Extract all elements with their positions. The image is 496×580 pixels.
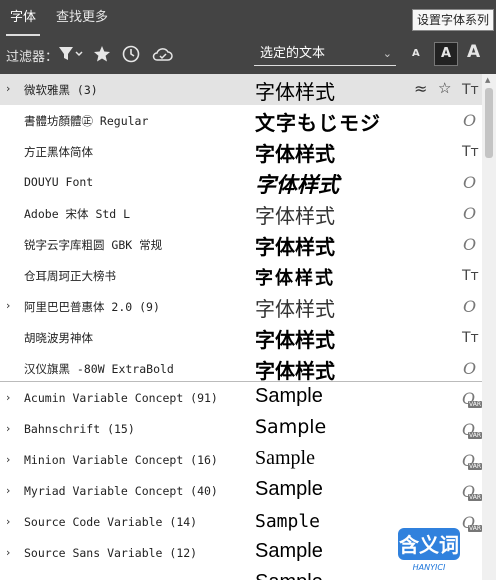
font-name: DOUYU Font	[24, 175, 94, 189]
font-sample: 字体样式	[255, 80, 335, 104]
font-name: 阿里巴巴普惠体 2.0 (9)	[24, 300, 160, 314]
expand-arrow-icon[interactable]: ›	[6, 391, 10, 404]
font-sample: 字体样式	[255, 235, 335, 259]
font-sample: 文字もじモジ	[255, 111, 381, 135]
font-name: Adobe 宋体 Std L	[24, 207, 131, 221]
truetype-icon: Tт	[462, 144, 479, 160]
font-sample: 字体样式	[255, 142, 335, 166]
font-sample: Sample	[255, 416, 327, 438]
font-row[interactable]: 锐字云字库粗圆 GBK 常规 字体样式 O	[0, 229, 482, 260]
font-row[interactable]: › 微软雅黑 (3) 字体样式 ≈ ☆ Tт	[0, 74, 482, 105]
font-name: 胡晓波男神体	[24, 331, 93, 345]
truetype-icon: Tт	[462, 82, 479, 98]
font-sample: Sample	[255, 511, 321, 532]
sample-text-select[interactable]: 选定的文本 ⌄	[254, 43, 396, 66]
chevron-down-icon: ⌄	[382, 47, 392, 60]
watermark-sub-text: HANYICI	[413, 563, 446, 572]
font-list-scrollbar[interactable]: ▲	[482, 74, 496, 580]
truetype-icon: Tт	[462, 330, 479, 346]
opentype-icon: O	[463, 173, 477, 192]
font-row[interactable]: › Myriad Variable Concept (40) Sample OV…	[0, 476, 482, 507]
expand-arrow-icon[interactable]: ›	[6, 484, 10, 497]
variable-font-icon: O VAR	[462, 420, 482, 439]
cloud-fonts-icon[interactable]	[152, 45, 174, 63]
similar-fonts-icon[interactable]: ≈	[414, 79, 427, 98]
font-sample: 字体样式	[255, 328, 335, 352]
font-name: 書體坊顏體㊣ Regular	[24, 114, 149, 128]
sample-size-large-button[interactable]: A	[467, 42, 480, 62]
expand-arrow-icon[interactable]: ›	[6, 422, 10, 435]
font-name: Minion Variable Concept (16)	[24, 453, 218, 467]
recent-fonts-divider	[0, 381, 482, 382]
sample-size-small-button[interactable]: A	[412, 48, 420, 59]
variable-font-icon: O VAR	[462, 451, 482, 470]
font-sample: 字体样式	[255, 204, 335, 228]
font-name: Source Code Variable (14)	[24, 515, 198, 529]
font-row[interactable]: › Acumin Variable Concept (91) Sample OV…	[0, 383, 482, 414]
tooltip-set-font-family: 设置字体系列	[412, 9, 495, 31]
hanyici-watermark-logo: 含义词 HANYICI	[398, 528, 460, 572]
opentype-icon: O	[463, 204, 477, 223]
font-row[interactable]: Adobe 宋体 Std L 字体样式 O	[0, 198, 482, 229]
font-row[interactable]: › Bahnschrift (15) Sample O VAR	[0, 414, 482, 445]
font-row[interactable]: › 阿里巴巴普惠体 2.0 (9) 字体样式 O	[0, 291, 482, 322]
expand-arrow-icon[interactable]: ›	[6, 453, 10, 466]
font-sample: Sample	[255, 478, 323, 500]
font-sample: Sample	[255, 540, 323, 562]
font-name: Source Sans Variable (12)	[24, 546, 198, 560]
font-name: 方正黑体简体	[24, 145, 93, 159]
panel-tab-bar: 字体 查找更多 设置字体系列	[0, 0, 496, 36]
variable-font-icon: O VAR	[462, 389, 482, 408]
opentype-icon: O	[463, 297, 477, 316]
sample-text-value: 选定的文本	[260, 46, 326, 61]
font-sample: Sample	[255, 447, 315, 469]
scrollbar-thumb[interactable]	[485, 88, 493, 158]
filter-label: 过滤器：	[6, 50, 59, 65]
expand-arrow-icon[interactable]: ›	[6, 82, 10, 95]
font-list: › 微软雅黑 (3) 字体样式 ≈ ☆ Tт 書體坊顏體㊣ Regular 文字…	[0, 74, 482, 580]
scroll-up-arrow-icon[interactable]: ▲	[485, 76, 490, 84]
font-name: 汉仪旗黑 -80W ExtraBold	[24, 362, 174, 376]
watermark-main-text: 含义词	[399, 533, 459, 557]
favorite-star-icon[interactable]: ☆	[438, 79, 451, 97]
font-name: Myriad Variable Concept (40)	[24, 484, 218, 498]
font-row[interactable]: 汉仪旗黑 -80W ExtraBold 字体样式 O	[0, 353, 482, 384]
font-sample: 字体样式	[255, 173, 339, 197]
font-name: 锐字云字库粗圆 GBK 常规	[24, 238, 163, 252]
font-sample: 字体样式	[255, 268, 335, 289]
expand-arrow-icon[interactable]: ›	[6, 515, 10, 528]
font-row[interactable]: DOUYU Font 字体样式 O	[0, 167, 482, 198]
font-sample: 字体样式	[255, 297, 335, 321]
expand-arrow-icon[interactable]: ›	[6, 299, 10, 312]
font-name: Bahnschrift (15)	[24, 422, 135, 436]
font-sample: Sample	[255, 571, 323, 580]
opentype-icon: O	[463, 235, 477, 254]
font-sample: 字体样式	[255, 359, 335, 383]
font-sample: Sample	[255, 385, 323, 407]
font-row[interactable]: › Minion Variable Concept (16) Sample OV…	[0, 445, 482, 476]
font-name: 微软雅黑 (3)	[24, 83, 98, 97]
font-row[interactable]: 方正黑体简体 字体样式 Tт	[0, 136, 482, 167]
variable-font-icon: O VAR	[462, 482, 482, 501]
expand-arrow-icon[interactable]: ›	[6, 546, 10, 559]
tab-find-more[interactable]: 查找更多	[46, 0, 118, 36]
favorites-star-icon[interactable]	[93, 45, 111, 63]
filter-bar: 过滤器： 选定的文本 ⌄ A A A	[0, 36, 496, 74]
sample-size-medium-button[interactable]: A	[434, 42, 458, 66]
font-name: Acumin Variable Concept (91)	[24, 391, 218, 405]
recent-clock-icon[interactable]	[122, 45, 140, 63]
tab-fonts[interactable]: 字体	[0, 0, 46, 36]
opentype-icon: O	[463, 359, 477, 378]
opentype-icon: O	[463, 111, 477, 130]
truetype-icon: Tт	[462, 268, 479, 284]
font-name: 仓耳周珂正大榜书	[24, 269, 116, 283]
font-row[interactable]: 書體坊顏體㊣ Regular 文字もじモジ O	[0, 105, 482, 136]
font-row[interactable]: 胡晓波男神体 字体样式 Tт	[0, 322, 482, 353]
font-row[interactable]: 仓耳周珂正大榜书 字体样式 Tт	[0, 260, 482, 291]
filter-funnel-icon[interactable]	[58, 45, 84, 63]
